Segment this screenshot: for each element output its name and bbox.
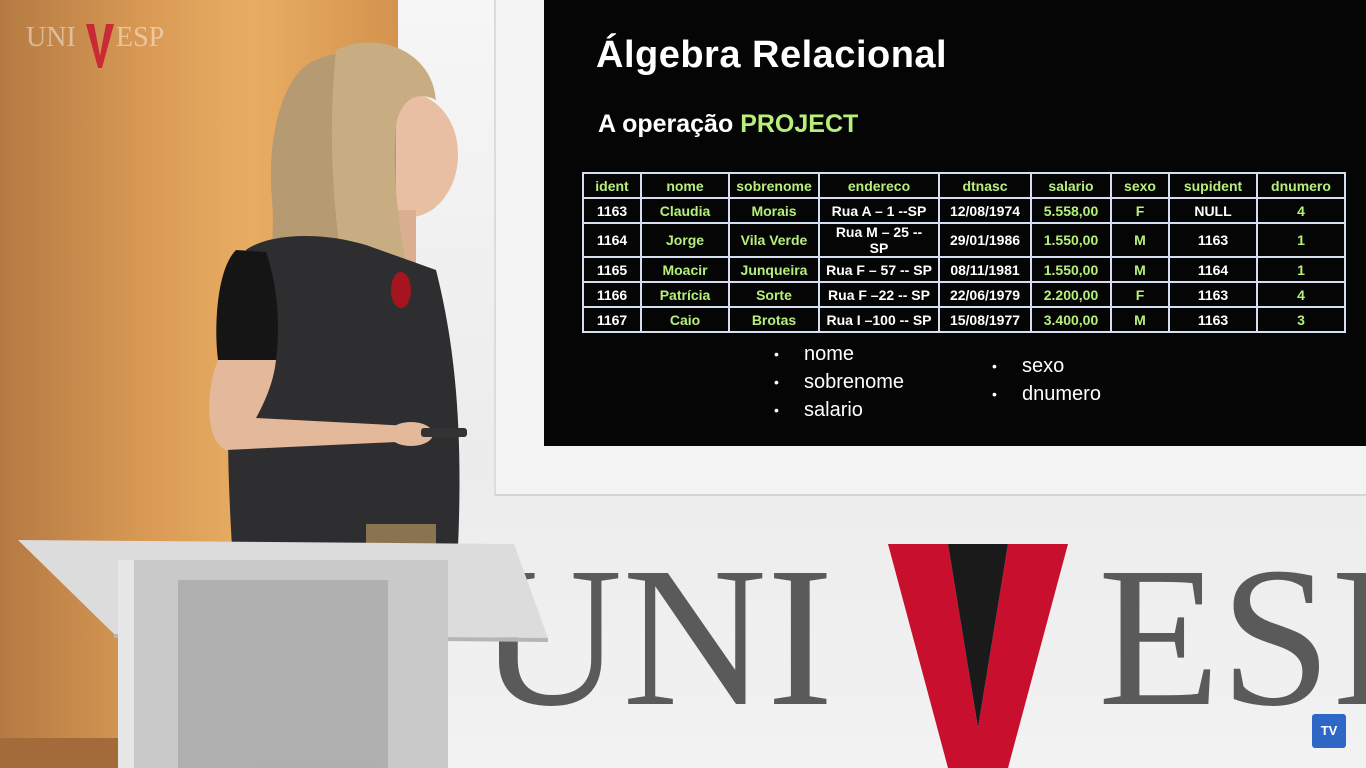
subtitle-prefix: A operação (598, 110, 741, 138)
cell-endereco: Rua M – 25 -- SP (818, 222, 940, 258)
cell-sobrenome: Vila Verde (728, 222, 820, 258)
cell-salario: 1.550,00 (1030, 256, 1112, 283)
cell-dtnasc: 15/08/1977 (938, 306, 1032, 333)
column-header: supident (1168, 172, 1258, 199)
cell-dnumero: 4 (1256, 197, 1346, 224)
projected-attributes-right: • sexo • dnumero (992, 352, 1101, 408)
bullet-icon: • (992, 358, 997, 374)
cell-sexo: F (1110, 197, 1170, 224)
cell-sexo: M (1110, 256, 1170, 283)
cell-salario: 2.200,00 (1030, 281, 1112, 308)
projected-attributes-left: • nome • sobrenome • salario (774, 340, 904, 424)
column-header: endereco (818, 172, 940, 199)
cell-endereco: Rua F – 57 -- SP (818, 256, 940, 283)
bullet-icon: • (774, 346, 779, 362)
univesp-wall-logo: UNI ESP (478, 528, 1366, 768)
svg-text:ESP: ESP (116, 22, 164, 53)
cell-sobrenome: Sorte (728, 281, 820, 308)
column-header: sexo (1110, 172, 1170, 199)
attribute-label: nome (804, 343, 855, 365)
cell-ident: 1165 (582, 256, 642, 283)
cell-supident: 1164 (1168, 256, 1258, 283)
column-header: ident (582, 172, 642, 199)
table-row: 1166 Patrícia Sorte Rua F –22 -- SP 22/0… (582, 281, 1346, 308)
cell-sexo: M (1110, 306, 1170, 333)
cell-salario: 3.400,00 (1030, 306, 1112, 333)
cell-dtnasc: 22/06/1979 (938, 281, 1032, 308)
cell-nome: Claudia (640, 197, 730, 224)
slide-subtitle: A operação PROJECT (598, 110, 858, 139)
cell-dtnasc: 08/11/1981 (938, 256, 1032, 283)
table-header-row: ident nome sobrenome endereco dtnasc sal… (582, 172, 1346, 199)
cell-dnumero: 4 (1256, 281, 1346, 308)
attribute-label: salario (804, 399, 863, 421)
attribute-label: sexo (1022, 355, 1065, 377)
cell-nome: Jorge (640, 222, 730, 258)
bullet-icon: • (774, 402, 779, 418)
bullet-icon: • (992, 386, 997, 402)
bullet-icon: • (774, 374, 779, 390)
funcionario-table: ident nome sobrenome endereco dtnasc sal… (582, 172, 1346, 333)
cell-sexo: F (1110, 281, 1170, 308)
cell-supident: NULL (1168, 197, 1258, 224)
list-item: • sobrenome (774, 368, 904, 396)
svg-text:UNI: UNI (26, 22, 76, 53)
list-item: • sexo (992, 352, 1101, 380)
table-row: 1167 Caio Brotas Rua I –100 -- SP 15/08/… (582, 306, 1346, 333)
univesp-corner-logo: UNI ESP (26, 22, 164, 68)
cell-sobrenome: Morais (728, 197, 820, 224)
cell-supident: 1163 (1168, 281, 1258, 308)
podium (18, 540, 548, 768)
cell-ident: 1166 (582, 281, 642, 308)
cell-dnumero: 3 (1256, 306, 1346, 333)
column-header: salario (1030, 172, 1112, 199)
cell-ident: 1164 (582, 222, 642, 258)
attribute-label: sobrenome (804, 371, 905, 393)
cell-nome: Moacir (640, 256, 730, 283)
cell-dtnasc: 12/08/1974 (938, 197, 1032, 224)
cell-dnumero: 1 (1256, 222, 1346, 258)
table-row: 1164 Jorge Vila Verde Rua M – 25 -- SP 2… (582, 222, 1346, 258)
cell-supident: 1163 (1168, 306, 1258, 333)
cell-sexo: M (1110, 222, 1170, 258)
presenter (209, 42, 467, 546)
cell-endereco: Rua I –100 -- SP (818, 306, 940, 333)
cell-sobrenome: Brotas (728, 306, 820, 333)
cell-ident: 1163 (582, 197, 642, 224)
cell-nome: Caio (640, 306, 730, 333)
list-item: • nome (774, 340, 904, 368)
cell-endereco: Rua A – 1 --SP (818, 197, 940, 224)
list-item: • salario (774, 396, 904, 424)
cell-sobrenome: Junqueira (728, 256, 820, 283)
cell-dtnasc: 29/01/1986 (938, 222, 1032, 258)
column-header: nome (640, 172, 730, 199)
cell-salario: 5.558,00 (1030, 197, 1112, 224)
cell-ident: 1167 (582, 306, 642, 333)
slide-title: Álgebra Relacional (596, 34, 948, 76)
cell-supident: 1163 (1168, 222, 1258, 258)
column-header: dtnasc (938, 172, 1032, 199)
slide-screen: Álgebra Relacional A operação PROJECT id… (544, 0, 1366, 446)
tv-channel-icon: TV (1312, 714, 1346, 748)
attribute-label: dnumero (1022, 383, 1101, 405)
table-row: 1163 Claudia Morais Rua A – 1 --SP 12/08… (582, 197, 1346, 224)
cell-endereco: Rua F –22 -- SP (818, 281, 940, 308)
column-header: dnumero (1256, 172, 1346, 199)
cell-dnumero: 1 (1256, 256, 1346, 283)
table-row: 1165 Moacir Junqueira Rua F – 57 -- SP 0… (582, 256, 1346, 283)
column-header: sobrenome (728, 172, 820, 199)
cell-salario: 1.550,00 (1030, 222, 1112, 258)
list-item: • dnumero (992, 380, 1101, 408)
cell-nome: Patrícia (640, 281, 730, 308)
subtitle-highlight: PROJECT (740, 110, 859, 138)
